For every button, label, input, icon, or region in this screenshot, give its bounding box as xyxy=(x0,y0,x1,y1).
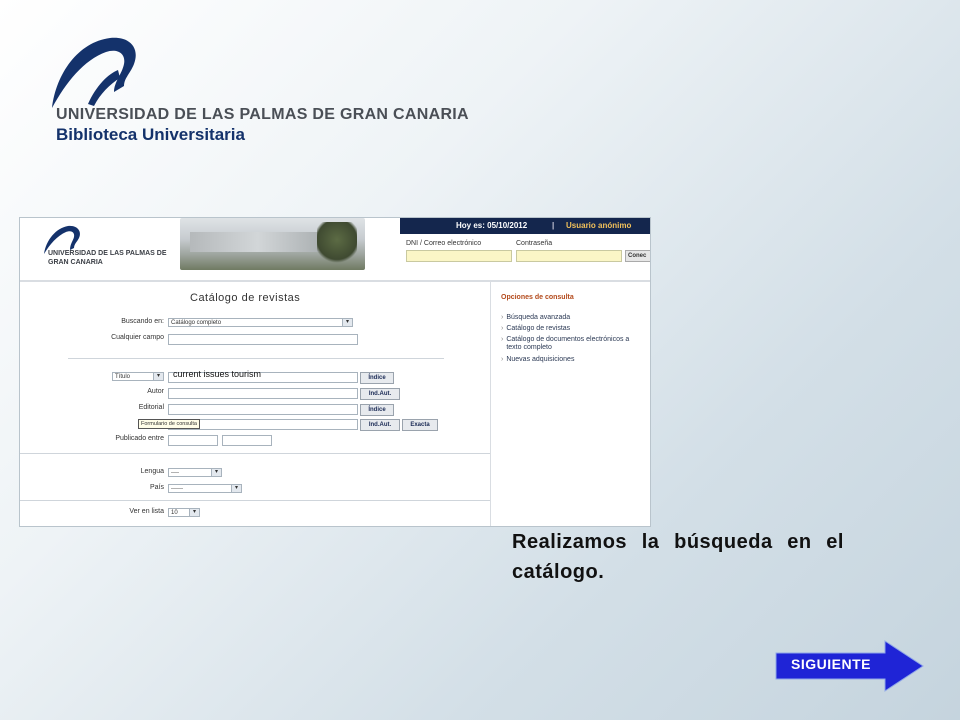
autor-label: Autor xyxy=(147,388,164,395)
year-from-input[interactable] xyxy=(168,435,218,446)
chevron-right-icon: › xyxy=(501,325,504,332)
options-title: Opciones de consulta xyxy=(501,294,574,301)
language-select[interactable]: ---- ▾ xyxy=(168,468,222,477)
author-index-button[interactable]: Ind.Aut. xyxy=(360,388,400,400)
options-panel: Opciones de consulta › Búsqueda avanzada … xyxy=(490,282,650,526)
cualquier-label: Cualquier campo xyxy=(111,334,164,341)
language-value: ---- xyxy=(171,470,179,476)
field-type-select[interactable]: Título ▾ xyxy=(112,372,164,381)
form-divider xyxy=(20,500,490,501)
option-label: Catálogo de documentos electrónicos a te… xyxy=(506,336,630,351)
connect-button[interactable]: Conec xyxy=(625,250,650,262)
next-button-label: SIGUIENTE xyxy=(791,656,871,672)
form-tooltip: Formulario de consulta xyxy=(138,419,200,429)
search-form: Catálogo de revistas Buscando en: Catálo… xyxy=(20,282,490,526)
pais-label: País xyxy=(149,484,164,491)
building-photo xyxy=(180,218,365,270)
anonymous-user: Usuario anónimo xyxy=(566,221,632,230)
catalog-screenshot: UNIVERSIDAD DE LAS PALMAS DE GRAN CANARI… xyxy=(19,217,651,527)
form-title: Catálogo de revistas xyxy=(190,292,301,304)
country-select[interactable]: ------ ▾ xyxy=(168,484,242,493)
catalog-select-value: Catálogo completo xyxy=(171,320,222,326)
option-label: Búsqueda avanzada xyxy=(506,314,571,321)
exact-button[interactable]: Exacta xyxy=(402,419,438,431)
catalog-select[interactable]: Catálogo completo ▾ xyxy=(168,318,353,327)
chevron-down-icon: ▾ xyxy=(342,319,352,326)
chevron-right-icon: › xyxy=(501,314,504,321)
ver-en-lista-label: Ver en lista xyxy=(129,508,164,515)
any-field-input[interactable] xyxy=(168,334,358,345)
author-input[interactable] xyxy=(168,388,358,399)
catalog-header: UNIVERSIDAD DE LAS PALMAS DE GRAN CANARI… xyxy=(20,218,650,280)
results-per-page-value: 10 xyxy=(171,510,178,516)
option-link[interactable]: › Catálogo de revistas xyxy=(501,325,646,333)
results-per-page-select[interactable]: 10 ▾ xyxy=(168,508,200,517)
lengua-label: Lengua xyxy=(140,468,164,475)
index-button[interactable]: Índice xyxy=(360,372,394,384)
publisher-input[interactable] xyxy=(168,404,358,415)
buscando-label: Buscando en: xyxy=(121,318,164,325)
subject-index-button[interactable]: Ind.Aut. xyxy=(360,419,400,431)
form-divider xyxy=(20,453,490,454)
chevron-down-icon: ▾ xyxy=(189,509,199,516)
option-label: Nuevas adquisiciones xyxy=(506,356,575,363)
title-input-text: current issues tourism xyxy=(173,369,262,379)
editorial-label: Editorial xyxy=(138,404,164,411)
publisher-index-button[interactable]: Índice xyxy=(360,404,394,416)
today-date: Hoy es: 05/10/2012 xyxy=(456,221,528,230)
password-label: Contraseña xyxy=(516,240,553,247)
password-input[interactable] xyxy=(516,250,622,262)
country-value: ------ xyxy=(171,486,183,492)
chevron-right-icon: › xyxy=(501,336,504,343)
chevron-down-icon: ▾ xyxy=(211,469,221,476)
field-type-value: Título xyxy=(115,374,131,380)
chevron-down-icon: ▾ xyxy=(231,485,241,492)
university-logo-icon xyxy=(52,37,136,108)
dni-label: DNI / Correo electrónico xyxy=(406,240,482,247)
library-name: Biblioteca Universitaria xyxy=(56,125,245,144)
option-link[interactable]: › Nuevas adquisiciones xyxy=(501,356,646,364)
form-divider xyxy=(68,358,444,359)
chevron-right-icon: › xyxy=(501,356,504,363)
university-name: UNIVERSIDAD DE LAS PALMAS DE GRAN CANARI… xyxy=(56,106,469,123)
login-panel: DNI / Correo electrónico Contraseña Cone… xyxy=(400,234,650,280)
top-status-bar: Hoy es: 05/10/2012 | Usuario anónimo xyxy=(400,218,650,234)
option-link[interactable]: › Catálogo de documentos electrónicos a t… xyxy=(501,336,646,352)
publicado-label: Publicado entre xyxy=(115,435,164,442)
year-to-input[interactable] xyxy=(222,435,272,446)
option-link[interactable]: › Búsqueda avanzada xyxy=(501,314,646,322)
slide-caption: Realizamos la búsqueda en el catálogo. xyxy=(512,531,844,583)
catalog-university-name: UNIVERSIDAD DE LAS PALMAS DE GRAN CANARI… xyxy=(48,250,167,266)
status-separator: | xyxy=(552,221,555,230)
next-button[interactable]: SIGUIENTE xyxy=(775,640,925,692)
chevron-down-icon: ▾ xyxy=(153,373,163,380)
option-label: Catálogo de revistas xyxy=(506,325,571,332)
dni-input[interactable] xyxy=(406,250,512,262)
